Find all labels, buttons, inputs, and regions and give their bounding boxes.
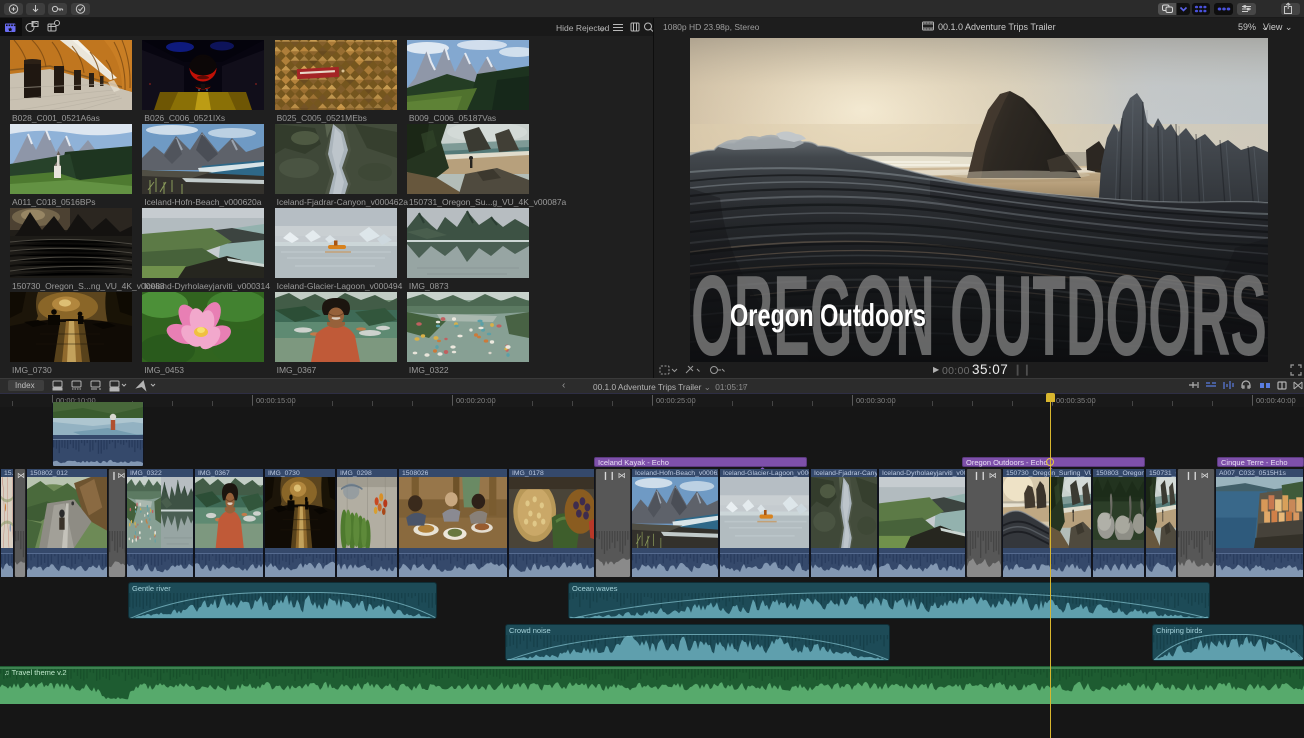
svg-text:00:00:40:00: 00:00:40:00 <box>1256 396 1296 405</box>
svg-text:❙❙ ⋈: ❙❙ ⋈ <box>973 471 997 480</box>
svg-text:Oregon Outdoors: Oregon Outdoors <box>730 297 926 333</box>
svg-text:00:00:25:00: 00:00:25:00 <box>656 396 696 405</box>
svg-text:00:00:30:00: 00:00:30:00 <box>856 396 896 405</box>
svg-text:❙❙ ⋈: ❙❙ ⋈ <box>1185 471 1209 480</box>
svg-text:00:00:35:00: 00:00:35:00 <box>1056 396 1096 405</box>
svg-text:❙❙ ⋈: ❙❙ ⋈ <box>602 471 626 480</box>
svg-text:⋈: ⋈ <box>17 471 25 480</box>
svg-text:00:00:15:00: 00:00:15:00 <box>256 396 296 405</box>
svg-text:00:00:20:00: 00:00:20:00 <box>456 396 496 405</box>
svg-text:❙⋈: ❙⋈ <box>111 471 126 480</box>
